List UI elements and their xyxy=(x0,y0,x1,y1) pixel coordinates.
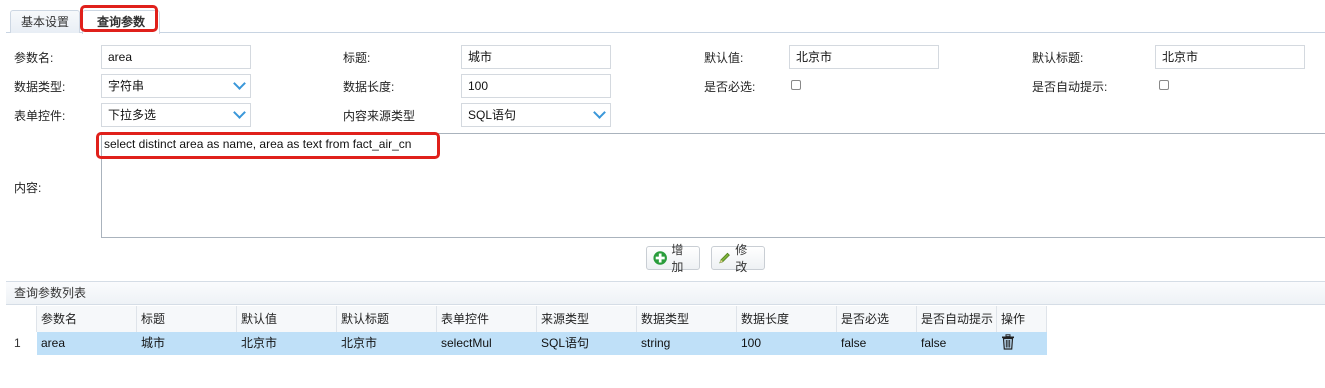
title-input[interactable]: 城市 xyxy=(461,45,611,69)
table-row[interactable]: 1 area 城市 北京市 北京市 selectMul SQL语句 string… xyxy=(6,332,1047,355)
column-header[interactable]: 是否必选 xyxy=(837,306,917,332)
table-cell[interactable]: SQL语句 xyxy=(537,332,637,355)
content-label: 内容: xyxy=(14,181,42,195)
default-title-input[interactable]: 北京市 xyxy=(1155,45,1305,69)
delete-cell[interactable] xyxy=(997,332,1047,355)
data-length-label: 数据长度: xyxy=(343,80,395,94)
required-label: 是否必选: xyxy=(704,80,756,94)
param-list-header: 查询参数列表 xyxy=(6,281,1325,305)
edit-button-label: 修改 xyxy=(735,243,748,274)
trash-icon[interactable] xyxy=(1001,334,1015,350)
highlight-box-sql xyxy=(96,132,440,159)
table-cell[interactable]: 城市 xyxy=(137,332,237,355)
tab-bar: 基本设置 查询参数 xyxy=(6,4,1325,34)
param-name-label: 参数名: xyxy=(14,51,54,65)
content-source-value: SQL语句 xyxy=(468,108,517,122)
data-length-input[interactable]: 100 xyxy=(461,74,611,98)
column-header[interactable]: 默认值 xyxy=(237,306,337,332)
table-cell[interactable]: selectMul xyxy=(437,332,537,355)
form-control-select[interactable]: 下拉多选 xyxy=(101,103,251,127)
row-number-header xyxy=(6,306,37,332)
row-number: 1 xyxy=(6,332,37,355)
required-checkbox[interactable] xyxy=(791,80,801,90)
table-cell[interactable]: 北京市 xyxy=(237,332,337,355)
column-header[interactable]: 参数名 xyxy=(37,306,137,332)
table-cell[interactable]: area xyxy=(37,332,137,355)
auto-hint-checkbox[interactable] xyxy=(1159,80,1169,90)
column-header[interactable]: 默认标题 xyxy=(337,306,437,332)
column-header[interactable]: 来源类型 xyxy=(537,306,637,332)
column-header[interactable]: 标题 xyxy=(137,306,237,332)
table-cell[interactable]: false xyxy=(917,332,997,355)
chevron-down-icon xyxy=(233,106,246,119)
default-value-label: 默认值: xyxy=(704,51,744,65)
column-header[interactable]: 表单控件 xyxy=(437,306,537,332)
default-value-input[interactable]: 北京市 xyxy=(789,45,939,69)
column-header[interactable]: 数据长度 xyxy=(737,306,837,332)
form-control-value: 下拉多选 xyxy=(108,108,157,122)
pencil-icon xyxy=(719,252,730,264)
add-button[interactable]: 增加 xyxy=(646,243,700,274)
param-name-input[interactable]: area xyxy=(101,45,251,69)
column-header[interactable]: 数据类型 xyxy=(637,306,737,332)
data-type-select[interactable]: 字符串 xyxy=(101,74,251,98)
column-header[interactable]: 操作 xyxy=(997,306,1047,332)
chevron-down-icon xyxy=(593,106,606,119)
table-cell[interactable]: string xyxy=(637,332,737,355)
default-title-label: 默认标题: xyxy=(1032,51,1084,65)
content-source-label: 内容来源类型 xyxy=(343,109,416,123)
data-type-value: 字符串 xyxy=(108,79,145,93)
table-header: 参数名 标题 默认值 默认标题 表单控件 来源类型 数据类型 数据长度 是否必选… xyxy=(6,306,1047,333)
table-cell[interactable]: false xyxy=(837,332,917,355)
form-control-label: 表单控件: xyxy=(14,109,66,123)
edit-button[interactable]: 修改 xyxy=(711,243,765,274)
table-cell[interactable]: 100 xyxy=(737,332,837,355)
add-icon xyxy=(653,251,667,265)
content-source-select[interactable]: SQL语句 xyxy=(461,103,611,127)
data-type-label: 数据类型: xyxy=(14,80,66,94)
column-header[interactable]: 是否自动提示 xyxy=(917,306,997,332)
chevron-down-icon xyxy=(233,77,246,90)
tab-basic-settings[interactable]: 基本设置 xyxy=(10,10,80,33)
add-button-label: 增加 xyxy=(671,243,684,274)
highlight-box-tab xyxy=(80,5,158,32)
table-cell[interactable]: 北京市 xyxy=(337,332,437,355)
title-label: 标题: xyxy=(343,51,371,65)
auto-hint-label: 是否自动提示: xyxy=(1032,80,1108,94)
